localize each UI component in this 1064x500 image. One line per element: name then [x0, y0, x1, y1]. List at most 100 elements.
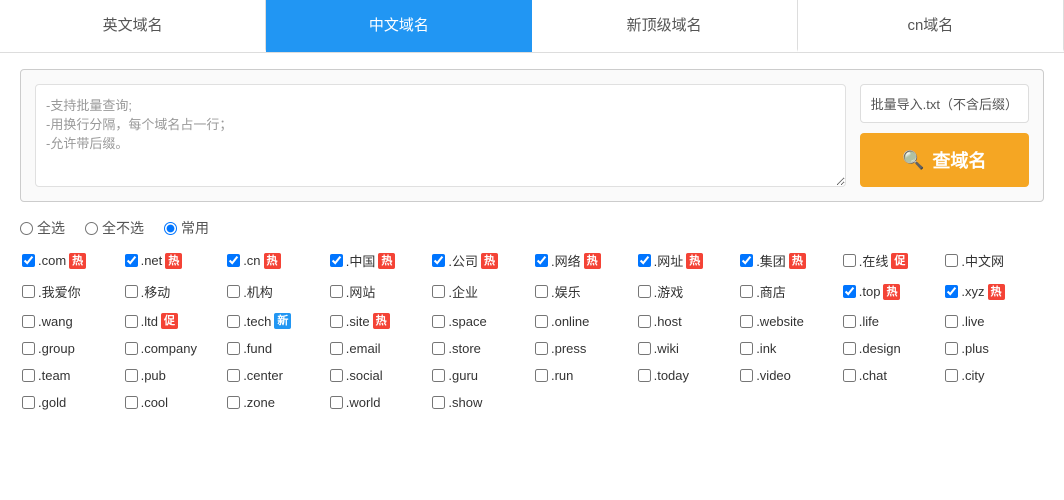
- deselect-all-option[interactable]: 全不选: [85, 218, 144, 238]
- domain-item[interactable]: .site热: [328, 310, 429, 332]
- domain-item[interactable]: .team: [20, 365, 121, 386]
- select-all-radio[interactable]: [20, 222, 33, 235]
- checkbox-ltd[interactable]: [125, 315, 138, 328]
- checkbox-world[interactable]: [330, 396, 343, 409]
- checkbox-net[interactable]: [125, 254, 138, 267]
- domain-item[interactable]: .chat: [841, 365, 942, 386]
- checkbox-online[interactable]: [535, 315, 548, 328]
- domain-item[interactable]: .company: [123, 338, 224, 359]
- checkbox-design[interactable]: [843, 342, 856, 355]
- common-radio[interactable]: [164, 222, 177, 235]
- checkbox-life[interactable]: [843, 315, 856, 328]
- checkbox-商店[interactable]: [740, 285, 753, 298]
- checkbox-email[interactable]: [330, 342, 343, 355]
- checkbox-zone[interactable]: [227, 396, 240, 409]
- domain-item[interactable]: .xyz热: [943, 279, 1044, 304]
- checkbox-我爱你[interactable]: [22, 285, 35, 298]
- domain-item[interactable]: .在线促: [841, 248, 942, 273]
- checkbox-中文网[interactable]: [945, 254, 958, 267]
- tab-cn-domain[interactable]: cn域名: [798, 0, 1064, 52]
- domain-item[interactable]: .website: [738, 310, 839, 332]
- checkbox-cn[interactable]: [227, 254, 240, 267]
- checkbox-city[interactable]: [945, 369, 958, 382]
- domain-item[interactable]: .video: [738, 365, 839, 386]
- checkbox-top[interactable]: [843, 285, 856, 298]
- checkbox-plus[interactable]: [945, 342, 958, 355]
- domain-item[interactable]: .tech新: [225, 310, 326, 332]
- domain-item[interactable]: .网络热: [533, 248, 634, 273]
- checkbox-show[interactable]: [432, 396, 445, 409]
- checkbox-cool[interactable]: [125, 396, 138, 409]
- search-domain-button[interactable]: 🔍 查域名: [860, 133, 1029, 187]
- domain-item[interactable]: .top热: [841, 279, 942, 304]
- tab-cn[interactable]: 中文域名: [266, 0, 531, 52]
- checkbox-social[interactable]: [330, 369, 343, 382]
- import-txt-button[interactable]: 批量导入.txt（不含后缀）: [860, 84, 1029, 123]
- domain-item[interactable]: .游戏: [636, 279, 737, 304]
- checkbox-tech[interactable]: [227, 315, 240, 328]
- checkbox-移动[interactable]: [125, 285, 138, 298]
- checkbox-run[interactable]: [535, 369, 548, 382]
- domain-item[interactable]: .host: [636, 310, 737, 332]
- checkbox-fund[interactable]: [227, 342, 240, 355]
- checkbox-today[interactable]: [638, 369, 651, 382]
- checkbox-中国[interactable]: [330, 254, 343, 267]
- domain-item[interactable]: .store: [430, 338, 531, 359]
- domain-item[interactable]: .world: [328, 392, 429, 413]
- checkbox-xyz[interactable]: [945, 285, 958, 298]
- checkbox-娱乐[interactable]: [535, 285, 548, 298]
- domain-item[interactable]: .cn热: [225, 248, 326, 273]
- domain-item[interactable]: .today: [636, 365, 737, 386]
- domain-item[interactable]: .中国热: [328, 248, 429, 273]
- domain-item[interactable]: .run: [533, 365, 634, 386]
- domain-item[interactable]: .机构: [225, 279, 326, 304]
- domain-item[interactable]: .ink: [738, 338, 839, 359]
- domain-item[interactable]: .pub: [123, 365, 224, 386]
- domain-item[interactable]: .wang: [20, 310, 121, 332]
- select-all-option[interactable]: 全选: [20, 218, 65, 238]
- domain-item[interactable]: .娱乐: [533, 279, 634, 304]
- domain-item[interactable]: .social: [328, 365, 429, 386]
- domain-item[interactable]: .中文网: [943, 248, 1044, 273]
- domain-search-input[interactable]: -支持批量查询; -用换行分隔，每个域名占一行； -允许带后缀。: [35, 84, 846, 187]
- checkbox-wang[interactable]: [22, 315, 35, 328]
- domain-item[interactable]: .center: [225, 365, 326, 386]
- checkbox-机构[interactable]: [227, 285, 240, 298]
- tab-new-tld[interactable]: 新顶级域名: [532, 0, 798, 52]
- checkbox-com[interactable]: [22, 254, 35, 267]
- checkbox-group[interactable]: [22, 342, 35, 355]
- domain-item[interactable]: .我爱你: [20, 279, 121, 304]
- checkbox-company[interactable]: [125, 342, 138, 355]
- domain-item[interactable]: .wiki: [636, 338, 737, 359]
- domain-item[interactable]: .space: [430, 310, 531, 332]
- common-option[interactable]: 常用: [164, 218, 209, 238]
- domain-item[interactable]: .show: [430, 392, 531, 413]
- domain-item[interactable]: .网址热: [636, 248, 737, 273]
- checkbox-center[interactable]: [227, 369, 240, 382]
- domain-item[interactable]: .online: [533, 310, 634, 332]
- checkbox-集团[interactable]: [740, 254, 753, 267]
- checkbox-网址[interactable]: [638, 254, 651, 267]
- domain-item[interactable]: .life: [841, 310, 942, 332]
- domain-item[interactable]: .city: [943, 365, 1044, 386]
- domain-item[interactable]: .gold: [20, 392, 121, 413]
- checkbox-press[interactable]: [535, 342, 548, 355]
- checkbox-live[interactable]: [945, 315, 958, 328]
- domain-item[interactable]: .press: [533, 338, 634, 359]
- domain-item[interactable]: .cool: [123, 392, 224, 413]
- checkbox-企业[interactable]: [432, 285, 445, 298]
- checkbox-ink[interactable]: [740, 342, 753, 355]
- checkbox-guru[interactable]: [432, 369, 445, 382]
- checkbox-store[interactable]: [432, 342, 445, 355]
- domain-item[interactable]: .guru: [430, 365, 531, 386]
- domain-item[interactable]: .商店: [738, 279, 839, 304]
- checkbox-space[interactable]: [432, 315, 445, 328]
- checkbox-网站[interactable]: [330, 285, 343, 298]
- checkbox-website[interactable]: [740, 315, 753, 328]
- checkbox-chat[interactable]: [843, 369, 856, 382]
- domain-item[interactable]: .plus: [943, 338, 1044, 359]
- checkbox-在线[interactable]: [843, 254, 856, 267]
- domain-item[interactable]: .com热: [20, 248, 121, 273]
- checkbox-team[interactable]: [22, 369, 35, 382]
- checkbox-gold[interactable]: [22, 396, 35, 409]
